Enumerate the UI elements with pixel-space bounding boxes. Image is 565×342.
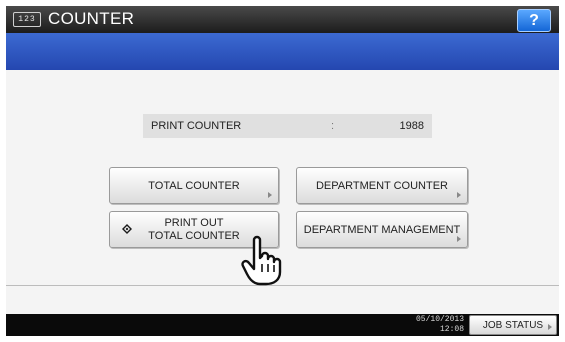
print-out-label-line1: PRINT OUT [164, 216, 224, 229]
department-management-button[interactable]: DEPARTMENT MANAGEMENT [296, 211, 468, 248]
title-bar: 123 COUNTER ? [6, 6, 559, 33]
page-title: COUNTER [48, 9, 135, 28]
department-management-label: DEPARTMENT MANAGEMENT [303, 223, 461, 236]
total-counter-label: TOTAL COUNTER [148, 179, 240, 192]
status-bar: 05/10/2013 12:08 JOB STATUS [6, 314, 559, 336]
counter-screen: 123 COUNTER ? PRINT COUNTER : 1988 TOTAL… [6, 6, 559, 336]
print-counter-value: 1988 [399, 120, 424, 132]
department-counter-label: DEPARTMENT COUNTER [315, 179, 448, 192]
date-text: 05/10/2013 [415, 315, 464, 324]
time-text: 12:08 [439, 325, 464, 334]
print-counter-row: PRINT COUNTER : 1988 [143, 114, 432, 138]
submenu-arrow-icon [548, 324, 552, 330]
header-band [6, 33, 559, 70]
print-out-label: PRINT OUT TOTAL COUNTER [148, 217, 239, 243]
print-out-label-line2: TOTAL COUNTER [148, 229, 240, 242]
help-button[interactable]: ? [517, 9, 551, 32]
counter-app-icon: 123 [13, 12, 41, 27]
total-counter-button[interactable]: TOTAL COUNTER [109, 167, 279, 204]
print-counter-separator: : [331, 120, 335, 132]
submenu-arrow-icon [268, 192, 272, 198]
job-status-button[interactable]: JOB STATUS [469, 315, 557, 335]
date-time: 05/10/2013 12:08 [406, 315, 464, 335]
hand-pointer-icon [241, 235, 282, 286]
print-counter-label: PRINT COUNTER [151, 120, 242, 132]
diamond-icon [122, 224, 132, 234]
job-status-label: JOB STATUS [482, 320, 544, 331]
submenu-arrow-icon [457, 192, 461, 198]
submenu-arrow-icon [457, 236, 461, 242]
department-counter-button[interactable]: DEPARTMENT COUNTER [296, 167, 468, 204]
